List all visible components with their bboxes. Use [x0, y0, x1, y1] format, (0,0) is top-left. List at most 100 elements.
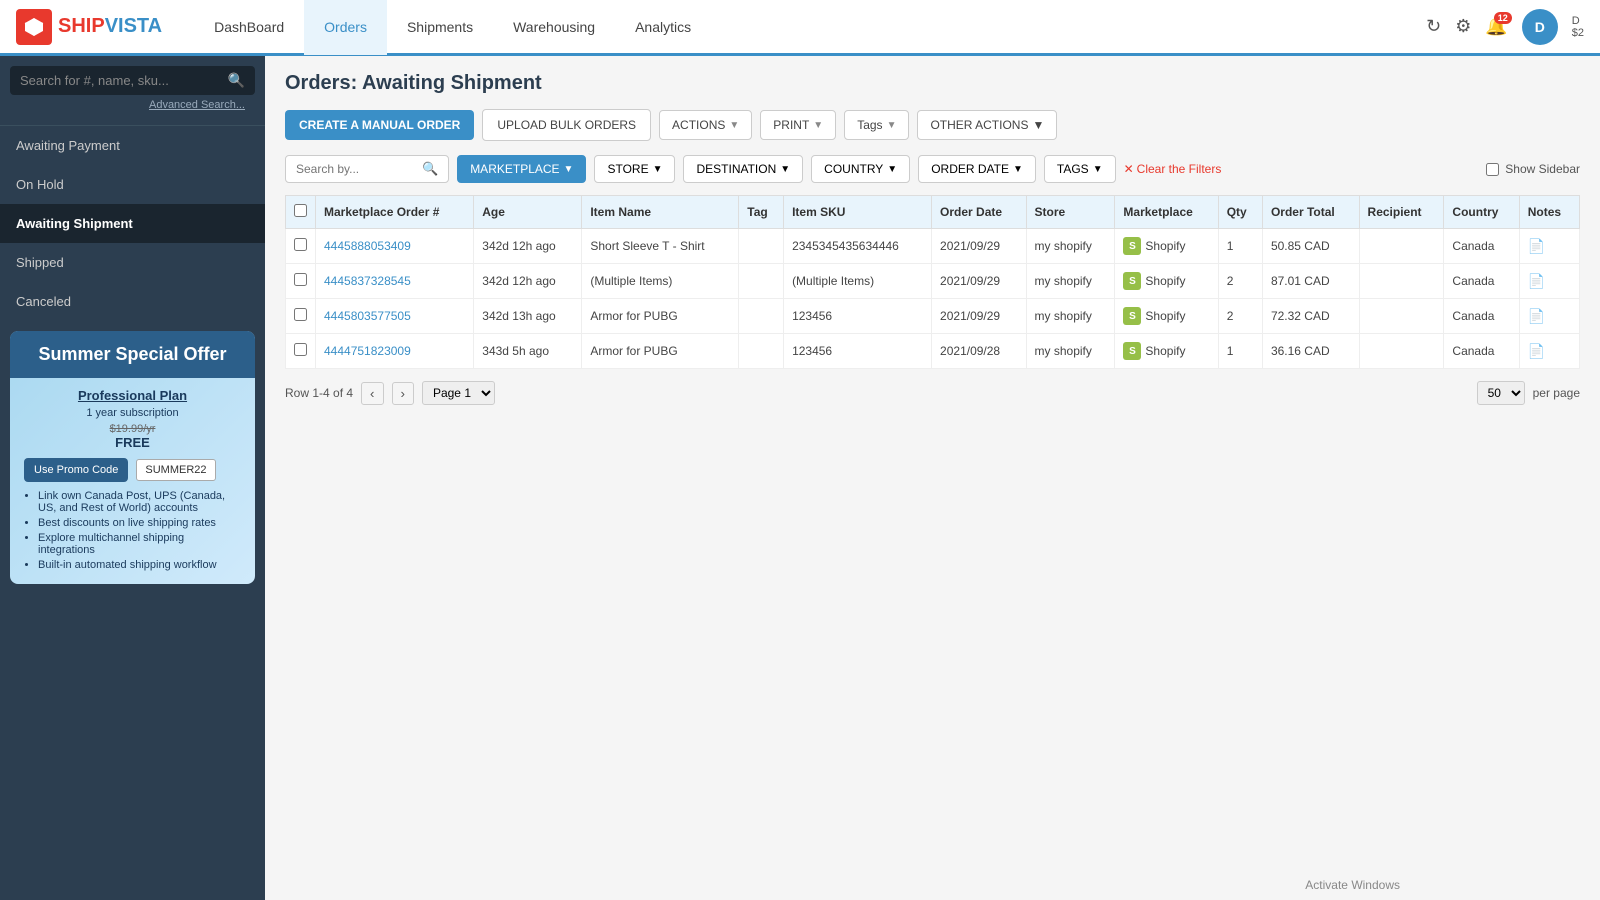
destination-filter[interactable]: DESTINATION ▼	[683, 155, 803, 183]
cell-notes-3[interactable]: 📄	[1519, 334, 1579, 369]
order-link-1[interactable]: 4445837328545	[324, 274, 411, 288]
search-input[interactable]	[20, 73, 222, 88]
show-sidebar-toggle: Show Sidebar	[1486, 162, 1580, 176]
nav-shipments[interactable]: Shipments	[387, 0, 493, 58]
sidebar-item-awaiting-shipment[interactable]: Awaiting Shipment	[0, 204, 265, 243]
sidebar-item-canceled[interactable]: Canceled	[0, 282, 265, 321]
cell-notes-1[interactable]: 📄	[1519, 264, 1579, 299]
notes-icon-0[interactable]: 📄	[1528, 238, 1545, 254]
prev-page-button[interactable]: ‹	[361, 382, 383, 405]
user-avatar[interactable]: D	[1522, 9, 1558, 45]
nav-warehousing[interactable]: Warehousing	[493, 0, 615, 58]
promo-header: Summer Special Offer	[10, 331, 255, 378]
cell-order-total-3: 36.16 CAD	[1262, 334, 1359, 369]
notifications-button[interactable]: 🔔 12	[1485, 16, 1507, 37]
cell-notes-2[interactable]: 📄	[1519, 299, 1579, 334]
order-link-0[interactable]: 4445888053409	[324, 239, 411, 253]
shopify-icon-2: S	[1123, 307, 1141, 325]
print-caret: ▼	[813, 120, 823, 131]
country-filter[interactable]: COUNTRY ▼	[811, 155, 910, 183]
cell-recipient-1	[1359, 264, 1444, 299]
promo-feature-4: Built-in automated shipping workflow	[38, 559, 241, 571]
row-checkbox-0[interactable]	[294, 238, 307, 251]
header-marketplace: Marketplace	[1115, 196, 1218, 229]
user-name-initial: D	[1572, 15, 1584, 27]
notes-icon-3[interactable]: 📄	[1528, 343, 1545, 359]
cell-country-2: Canada	[1444, 299, 1519, 334]
print-dropdown[interactable]: PRINT ▼	[760, 110, 836, 140]
search-icon[interactable]: 🔍	[228, 72, 245, 89]
use-promo-button[interactable]: Use Promo Code	[24, 458, 128, 482]
create-manual-order-button[interactable]: CREATE A MANUAL ORDER	[285, 110, 474, 140]
page-select[interactable]: Page 1	[422, 381, 495, 405]
promo-btn-row: Use Promo Code SUMMER22	[24, 458, 241, 482]
filter-search-input[interactable]	[296, 162, 416, 176]
cell-marketplace-1: S Shopify	[1115, 264, 1218, 299]
store-filter[interactable]: STORE ▼	[594, 155, 675, 183]
nav-orders[interactable]: Orders	[304, 0, 387, 58]
sidebar-item-awaiting-payment[interactable]: Awaiting Payment	[0, 126, 265, 165]
marketplace-filter[interactable]: MARKETPLACE ▼	[457, 155, 586, 183]
sidebar-item-on-hold[interactable]: On Hold	[0, 165, 265, 204]
marketplace-logo-1: S Shopify	[1123, 272, 1185, 290]
promo-title: Summer Special Offer	[24, 343, 241, 366]
header-select-all[interactable]	[286, 196, 316, 229]
cell-item-sku-0: 2345345435634446	[784, 229, 932, 264]
advanced-search-link[interactable]: Advanced Search...	[10, 95, 255, 119]
cell-item-sku-3: 123456	[784, 334, 932, 369]
logo-ship-text: SHIP	[58, 15, 105, 38]
settings-button[interactable]: ⚙	[1455, 16, 1471, 37]
cell-country-1: Canada	[1444, 264, 1519, 299]
cell-notes-0[interactable]: 📄	[1519, 229, 1579, 264]
row-checkbox-3[interactable]	[294, 343, 307, 356]
tags-filter-label: TAGS	[1057, 162, 1089, 176]
row-checkbox-cell[interactable]	[286, 334, 316, 369]
row-checkbox-2[interactable]	[294, 308, 307, 321]
cell-marketplace-3: S Shopify	[1115, 334, 1218, 369]
order-date-filter[interactable]: ORDER DATE ▼	[918, 155, 1036, 183]
sidebar-item-shipped[interactable]: Shipped	[0, 243, 265, 282]
tags-dropdown[interactable]: Tags ▼	[844, 110, 909, 140]
row-checkbox-1[interactable]	[294, 273, 307, 286]
next-page-button[interactable]: ›	[392, 382, 414, 405]
clear-filters-button[interactable]: ✕ Clear the Filters	[1124, 162, 1222, 176]
header-store: Store	[1026, 196, 1115, 229]
promo-subscription: 1 year subscription	[24, 407, 241, 419]
order-link-2[interactable]: 4445803577505	[324, 309, 411, 323]
shopify-icon-3: S	[1123, 342, 1141, 360]
nav-analytics[interactable]: Analytics	[615, 0, 711, 58]
filter-search-wrap: 🔍	[285, 155, 449, 183]
actions-dropdown[interactable]: ACTIONS ▼	[659, 110, 752, 140]
row-checkbox-cell[interactable]	[286, 229, 316, 264]
nav-dashboard[interactable]: DashBoard	[194, 0, 304, 58]
upload-bulk-orders-button[interactable]: UPLOAD BULK ORDERS	[482, 109, 651, 141]
store-filter-caret: ▼	[653, 164, 663, 175]
filter-search-icon[interactable]: 🔍	[422, 161, 438, 177]
orders-table: Marketplace Order # Age Item Name Tag It…	[285, 195, 1580, 369]
per-page-select[interactable]: 50	[1477, 381, 1525, 405]
cell-qty-2: 2	[1218, 299, 1262, 334]
logo[interactable]: SHIP VISTA	[16, 9, 162, 45]
select-all-checkbox[interactable]	[294, 204, 307, 217]
refresh-button[interactable]: ↻	[1426, 16, 1441, 37]
other-actions-dropdown[interactable]: OTHER ACTIONS ▼	[917, 110, 1057, 140]
promo-plan: Professional Plan	[24, 388, 241, 403]
tags-caret: ▼	[887, 120, 897, 131]
notes-icon-1[interactable]: 📄	[1528, 273, 1545, 289]
notes-icon-2[interactable]: 📄	[1528, 308, 1545, 324]
logo-vista-text: VISTA	[105, 15, 162, 38]
table-row: 4445837328545 342d 12h ago (Multiple Ite…	[286, 264, 1580, 299]
clear-filters-x: ✕	[1124, 162, 1134, 176]
show-sidebar-checkbox[interactable]	[1486, 163, 1499, 176]
main-layout: 🔍 Advanced Search... Awaiting Payment On…	[0, 56, 1600, 900]
row-checkbox-cell[interactable]	[286, 299, 316, 334]
print-label: PRINT	[773, 118, 809, 132]
user-balance: $2	[1572, 27, 1584, 39]
cell-order-num-1: 4445837328545	[316, 264, 474, 299]
order-link-3[interactable]: 4444751823009	[324, 344, 411, 358]
cell-order-num-2: 4445803577505	[316, 299, 474, 334]
tags-filter[interactable]: TAGS ▼	[1044, 155, 1116, 183]
cell-store-3: my shopify	[1026, 334, 1115, 369]
row-checkbox-cell[interactable]	[286, 264, 316, 299]
cell-order-total-2: 72.32 CAD	[1262, 299, 1359, 334]
